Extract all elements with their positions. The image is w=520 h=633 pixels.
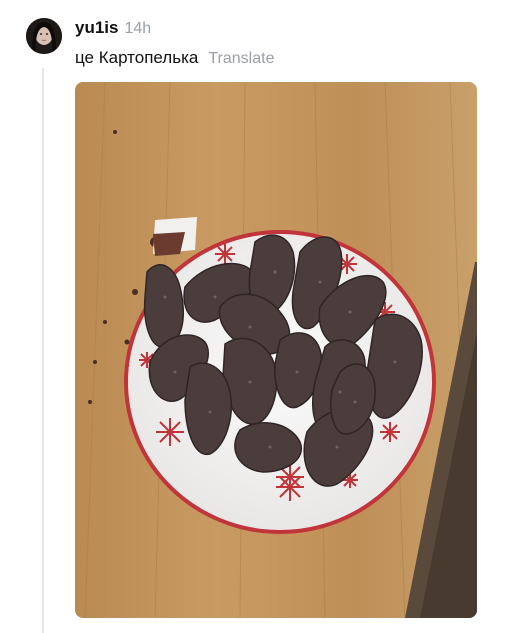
- post-body: це Картопелька Translate: [75, 48, 274, 68]
- timestamp[interactable]: 14h: [124, 20, 151, 38]
- username[interactable]: yu1is: [75, 18, 118, 38]
- avatar[interactable]: [26, 18, 62, 54]
- post: yu1is 14h це Картопелька Translate: [0, 0, 520, 633]
- thread-line: [42, 68, 44, 633]
- photo-of-chocolate-potato-cakes-on-plate-icon: [75, 82, 477, 618]
- avatar-image: [26, 18, 62, 54]
- post-photo[interactable]: [75, 82, 477, 618]
- post-header: yu1is 14h: [75, 18, 151, 42]
- translate-button[interactable]: Translate: [208, 50, 274, 68]
- post-caption: це Картопелька: [75, 48, 199, 67]
